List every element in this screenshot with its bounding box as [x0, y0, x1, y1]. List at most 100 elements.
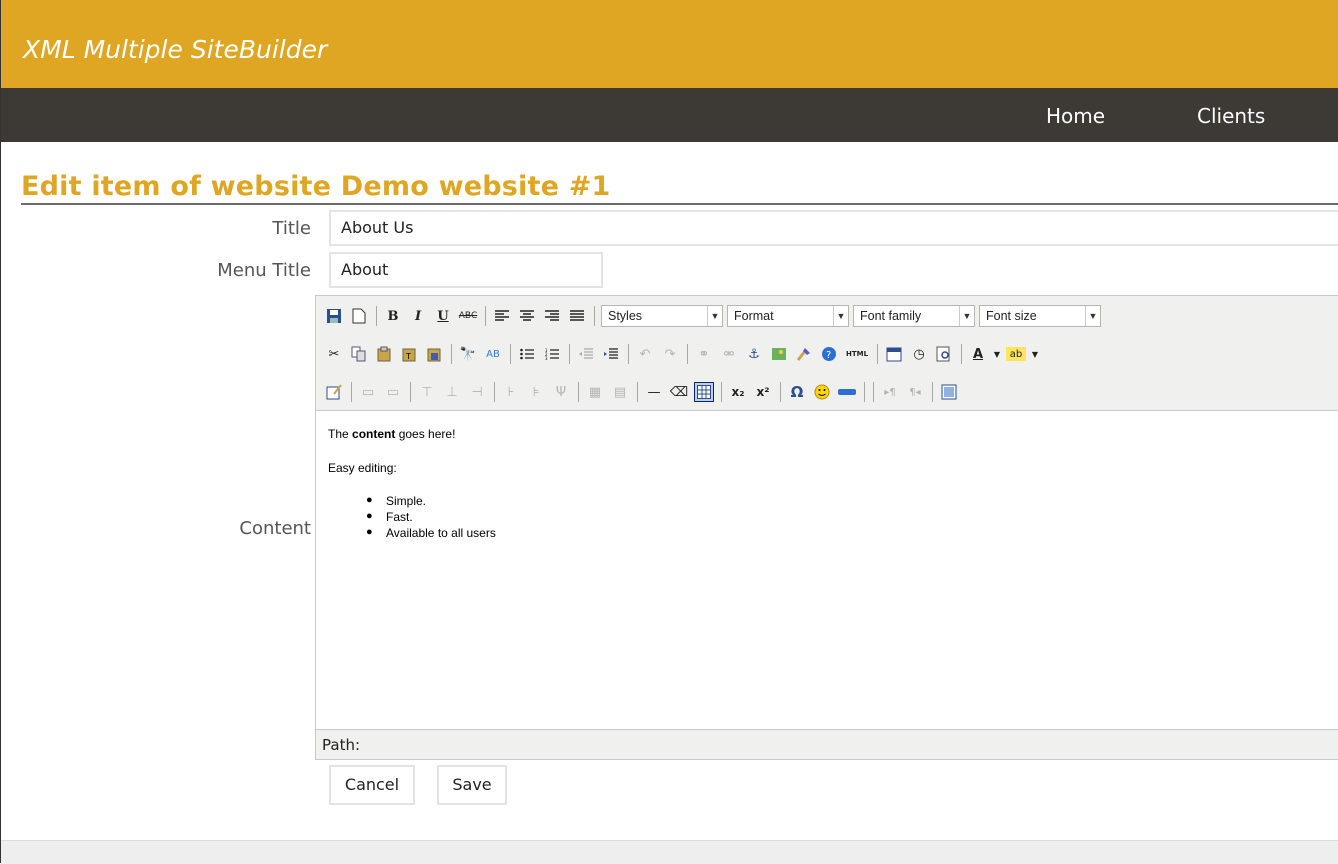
toolbar-separator [721, 382, 722, 402]
cancel-button[interactable]: Cancel [329, 765, 415, 805]
title-label: Title [272, 218, 311, 239]
editor-content-area[interactable]: The content goes here! Easy editing: Sim… [316, 410, 1338, 730]
font-size-select-label: Font size [986, 309, 1037, 323]
insert-date-icon[interactable] [884, 344, 904, 364]
toolbar-separator [594, 306, 595, 326]
list-item: Available to all users [366, 524, 496, 541]
paste-icon[interactable] [374, 344, 394, 364]
list-item: Fast. [366, 508, 496, 525]
toolbar-separator [451, 344, 452, 364]
chevron-down-icon[interactable]: ▼ [1031, 344, 1039, 364]
preview-icon[interactable] [934, 344, 954, 364]
numbered-list-icon[interactable]: 123 [542, 344, 562, 364]
bullet-list-icon[interactable] [517, 344, 537, 364]
content-bullet-list: Simple. Fast. Available to all users [366, 492, 496, 541]
align-left-icon[interactable] [492, 306, 512, 326]
align-center-icon[interactable] [517, 306, 537, 326]
copy-icon[interactable] [349, 344, 369, 364]
list-item: Simple. [366, 492, 496, 509]
subscript-icon[interactable]: x₂ [728, 382, 748, 402]
content-paragraph-2: Easy editing: [328, 461, 397, 475]
toolbar-separator [961, 344, 962, 364]
strikethrough-icon[interactable]: ABC [458, 306, 478, 326]
font-size-select[interactable]: Font size ▼ [979, 305, 1101, 327]
save-button[interactable]: Save [437, 765, 507, 805]
html-source-icon[interactable]: HTML [844, 344, 870, 364]
horizontal-rule-icon[interactable]: — [644, 382, 664, 402]
toolbar-separator [410, 382, 411, 402]
italic-icon[interactable]: I [408, 306, 428, 326]
insert-col-after-icon[interactable]: ⊧ [526, 382, 546, 402]
insert-table-icon[interactable] [694, 382, 714, 402]
merge-cells-icon[interactable]: ▤ [610, 382, 630, 402]
toolbar-separator [932, 382, 933, 402]
media-icon[interactable] [837, 382, 857, 402]
insert-row-before-icon[interactable]: ⊤ [417, 382, 437, 402]
row-props-icon[interactable]: ▭ [358, 382, 378, 402]
toolbar-separator [637, 382, 638, 402]
insert-col-before-icon[interactable]: ⊦ [501, 382, 521, 402]
cut-icon[interactable]: ✂ [324, 344, 344, 364]
styles-select-label: Styles [608, 309, 643, 323]
save-icon[interactable] [324, 306, 344, 326]
insert-time-icon[interactable]: ◷ [909, 344, 929, 364]
help-icon[interactable]: ? [819, 344, 839, 364]
nav-home-link[interactable]: Home [1046, 104, 1105, 128]
styles-select[interactable]: Styles ▼ [601, 305, 723, 327]
nav-clients-link[interactable]: Clients [1197, 104, 1265, 128]
chevron-down-icon: ▼ [833, 306, 848, 326]
insert-row-after-icon[interactable]: ⊥ [442, 382, 462, 402]
delete-row-icon[interactable]: ⊣ [467, 382, 487, 402]
font-family-select-label: Font family [860, 309, 922, 323]
link-icon[interactable]: ⚭ [694, 344, 714, 364]
new-document-icon[interactable] [349, 306, 369, 326]
superscript-icon[interactable]: x² [753, 382, 773, 402]
fullscreen-icon[interactable] [939, 382, 959, 402]
svg-text:T: T [405, 352, 411, 361]
chevron-down-icon: ▼ [1085, 306, 1100, 326]
heading-divider [21, 203, 1338, 205]
indent-icon[interactable] [601, 344, 621, 364]
find-icon[interactable]: 🔭 [458, 344, 478, 364]
p1-prefix: The [328, 427, 353, 441]
toolbar-row-1: B I U ABC Styles ▼ Format ▼ Font family ▼ F… [324, 304, 1105, 328]
toolbar-separator [510, 344, 511, 364]
cleanup-icon[interactable] [794, 344, 814, 364]
undo-icon[interactable]: ↶ [635, 344, 655, 364]
toolbar-separator [780, 382, 781, 402]
format-select[interactable]: Format ▼ [727, 305, 849, 327]
edit-table-icon[interactable] [324, 382, 344, 402]
menu-title-label: Menu Title [217, 260, 311, 281]
align-right-icon[interactable] [542, 306, 562, 326]
underline-icon[interactable]: U [433, 306, 453, 326]
eraser-icon[interactable]: ⌫ [669, 382, 689, 402]
highlight-color-icon[interactable]: ab [1006, 347, 1026, 361]
align-justify-icon[interactable] [567, 306, 587, 326]
delete-col-icon[interactable]: Ψ [551, 382, 571, 402]
unlink-icon[interactable]: ⚮ [719, 344, 739, 364]
footer [1, 840, 1338, 864]
bold-icon[interactable]: B [383, 306, 403, 326]
redo-icon[interactable]: ↷ [660, 344, 680, 364]
special-char-icon[interactable]: Ω [787, 382, 807, 402]
split-cells-icon[interactable]: ▦ [585, 382, 605, 402]
paste-word-icon[interactable] [424, 344, 444, 364]
paste-text-icon[interactable]: T [399, 344, 419, 364]
ltr-icon[interactable]: ▸¶ [880, 382, 900, 402]
p1-bold: content [352, 427, 396, 441]
anchor-icon[interactable]: ⚓ [744, 344, 764, 364]
emoticon-icon[interactable] [812, 382, 832, 402]
toolbar-separator [628, 344, 629, 364]
text-color-icon[interactable]: A [968, 344, 988, 364]
outdent-icon[interactable] [576, 344, 596, 364]
replace-icon[interactable]: AB [483, 344, 503, 364]
font-family-select[interactable]: Font family ▼ [853, 305, 975, 327]
toolbar-separator [873, 382, 874, 402]
image-icon[interactable] [769, 344, 789, 364]
menu-title-input[interactable]: About [329, 252, 603, 288]
chevron-down-icon[interactable]: ▼ [993, 344, 1001, 364]
toolbar-separator [351, 382, 352, 402]
cell-props-icon[interactable]: ▭ [383, 382, 403, 402]
title-input[interactable]: About Us [329, 210, 1338, 246]
rtl-icon[interactable]: ¶◂ [905, 382, 925, 402]
